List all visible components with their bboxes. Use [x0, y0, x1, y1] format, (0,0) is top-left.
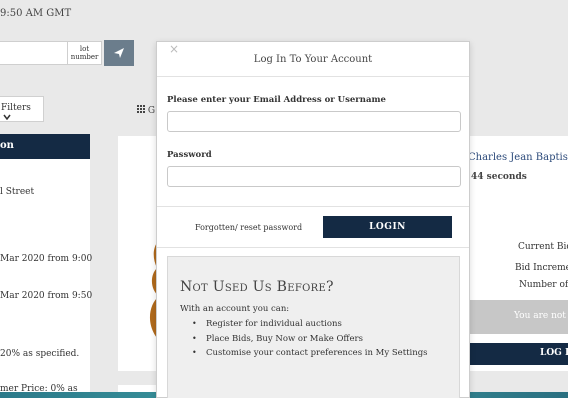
search-submit-button[interactable] — [104, 40, 134, 66]
list-item: Customise your contact preferences in My… — [192, 348, 428, 363]
buyers-premium-line: 20% as specified. — [0, 349, 80, 359]
forgot-password-link[interactable]: Forgotten/ reset password — [195, 223, 302, 232]
panel-login-button[interactable]: LOG IN — [470, 343, 568, 365]
new-user-heading: Not Used Us Before? — [180, 279, 334, 295]
email-field[interactable] — [167, 111, 461, 132]
password-field[interactable] — [167, 166, 461, 187]
email-label: Please enter your Email Address or Usern… — [167, 95, 386, 105]
auction-info-header: on — [0, 134, 90, 159]
new-user-intro: With an account you can: — [180, 304, 290, 314]
filters-label: Filters — [1, 103, 31, 113]
benefits-list: Register for individual auctions Place B… — [192, 319, 428, 363]
chevron-down-icon — [3, 114, 11, 121]
number-of-bids-label: Number of l — [519, 280, 568, 290]
new-user-box: Not Used Us Before? With an account you … — [167, 256, 460, 398]
bid-increment-label: Bid Incremen — [515, 263, 568, 273]
grid-icon — [137, 105, 145, 113]
current-bid-label: Current Bid: — [518, 242, 568, 252]
send-icon — [114, 48, 124, 58]
divider — [157, 206, 469, 207]
grid-view-link[interactable]: G — [137, 105, 155, 116]
divider — [157, 247, 469, 248]
auction-date-line-1: Mar 2020 from 9:00 — [0, 254, 93, 264]
lot-number-label: lot number — [68, 41, 102, 65]
grid-view-label: G — [147, 106, 156, 116]
current-time: 9:50 AM GMT — [0, 8, 72, 19]
login-modal: × Log In To Your Account Please enter yo… — [156, 41, 470, 398]
list-item: Register for individual auctions — [192, 319, 428, 334]
lot-countdown: 44 seconds — [471, 172, 527, 182]
filters-button[interactable]: Filters — [0, 96, 44, 122]
auction-date-line-2: Mar 2020 from 9:50 — [0, 291, 93, 301]
auction-address-line: l Street — [0, 187, 35, 197]
lot-title-link[interactable]: Charles Jean Baptiste Co — [468, 152, 568, 163]
modal-title: Log In To Your Account — [253, 54, 373, 65]
not-logged-in-notice: You are not lo — [470, 300, 568, 334]
lot-search-input[interactable] — [0, 41, 68, 65]
login-button[interactable]: LOGIN — [323, 216, 452, 238]
list-item: Place Bids, Buy Now or Make Offers — [192, 334, 428, 349]
divider — [157, 76, 469, 77]
password-label: Password — [167, 150, 212, 160]
